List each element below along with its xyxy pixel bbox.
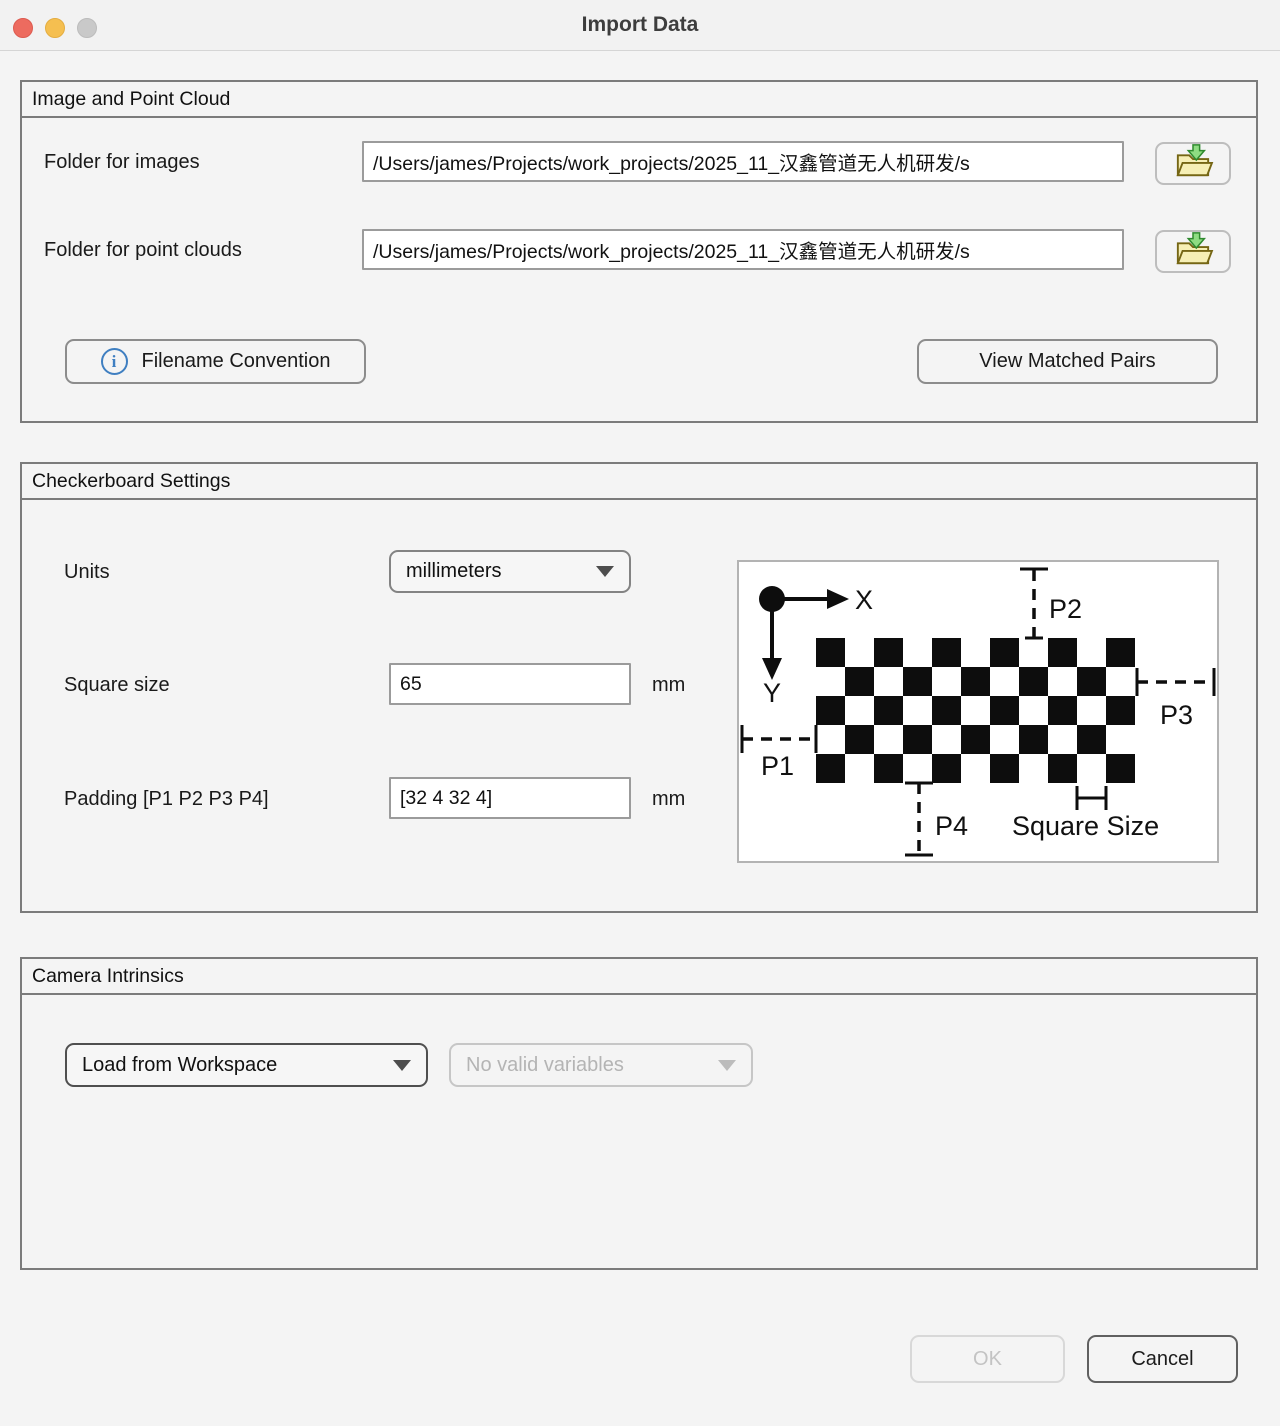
import-data-dialog: Import Data Image and Point Cloud Folder… xyxy=(0,0,1280,1426)
units-label: Units xyxy=(64,561,110,584)
section-title-camera-intrinsics: Camera Intrinsics xyxy=(22,959,1256,995)
y-axis-label: Y xyxy=(763,678,781,708)
info-icon: i xyxy=(101,348,128,375)
ok-button-disabled: OK xyxy=(910,1335,1065,1383)
chevron-down-icon xyxy=(393,1060,411,1071)
checkerboard-squares xyxy=(816,638,1135,783)
square-size-label: Square size xyxy=(64,674,170,697)
ok-label: OK xyxy=(973,1348,1002,1371)
folder-for-images-input[interactable] xyxy=(362,141,1124,182)
intrinsics-source-dropdown[interactable]: Load from Workspace xyxy=(65,1043,428,1087)
checkerboard-diagram: X Y P2 P3 P1 xyxy=(737,560,1219,863)
view-matched-pairs-button[interactable]: View Matched Pairs xyxy=(917,339,1218,384)
filename-convention-button[interactable]: i Filename Convention xyxy=(65,339,366,384)
padding-label: Padding [P1 P2 P3 P4] xyxy=(64,788,269,811)
browse-point-clouds-button[interactable] xyxy=(1155,230,1231,273)
intrinsics-source-value: Load from Workspace xyxy=(82,1054,277,1077)
open-folder-icon xyxy=(1172,143,1214,184)
window-title: Import Data xyxy=(0,13,1280,37)
cancel-label: Cancel xyxy=(1131,1348,1193,1371)
p4-label: P4 xyxy=(935,811,968,841)
section-camera-intrinsics: Camera Intrinsics Load from Workspace No… xyxy=(20,957,1258,1270)
section-title-image-point-cloud: Image and Point Cloud xyxy=(22,82,1256,118)
folder-for-point-clouds-input[interactable] xyxy=(362,229,1124,270)
chevron-down-icon xyxy=(718,1060,736,1071)
chevron-down-icon xyxy=(596,566,614,577)
intrinsics-variables-value: No valid variables xyxy=(466,1054,624,1077)
units-dropdown-value: millimeters xyxy=(406,560,502,583)
y-axis-arrow-icon xyxy=(762,658,782,680)
intrinsics-variables-dropdown-disabled: No valid variables xyxy=(449,1043,753,1087)
section-title-checkerboard-settings: Checkerboard Settings xyxy=(22,464,1256,500)
padding-unit: mm xyxy=(652,788,685,811)
section-image-and-point-cloud: Image and Point Cloud Folder for images … xyxy=(20,80,1258,423)
titlebar: Import Data xyxy=(0,0,1280,51)
diagram-square-size-label: Square Size xyxy=(1012,811,1159,841)
view-matched-pairs-label: View Matched Pairs xyxy=(979,350,1155,373)
square-size-input[interactable] xyxy=(389,663,631,705)
browse-images-button[interactable] xyxy=(1155,142,1231,185)
padding-input[interactable] xyxy=(389,777,631,819)
x-axis-arrow-icon xyxy=(827,589,849,609)
folder-for-point-clouds-label: Folder for point clouds xyxy=(44,239,242,262)
units-dropdown[interactable]: millimeters xyxy=(389,550,631,593)
cancel-button[interactable]: Cancel xyxy=(1087,1335,1238,1383)
filename-convention-label: Filename Convention xyxy=(142,350,331,373)
open-folder-icon xyxy=(1172,231,1214,272)
folder-for-images-label: Folder for images xyxy=(44,151,200,174)
p3-label: P3 xyxy=(1160,700,1193,730)
section-checkerboard-settings: Checkerboard Settings Units millimeters … xyxy=(20,462,1258,913)
p2-label: P2 xyxy=(1049,594,1082,624)
x-axis-label: X xyxy=(855,585,873,615)
square-size-unit: mm xyxy=(652,674,685,697)
p1-label: P1 xyxy=(761,751,794,781)
